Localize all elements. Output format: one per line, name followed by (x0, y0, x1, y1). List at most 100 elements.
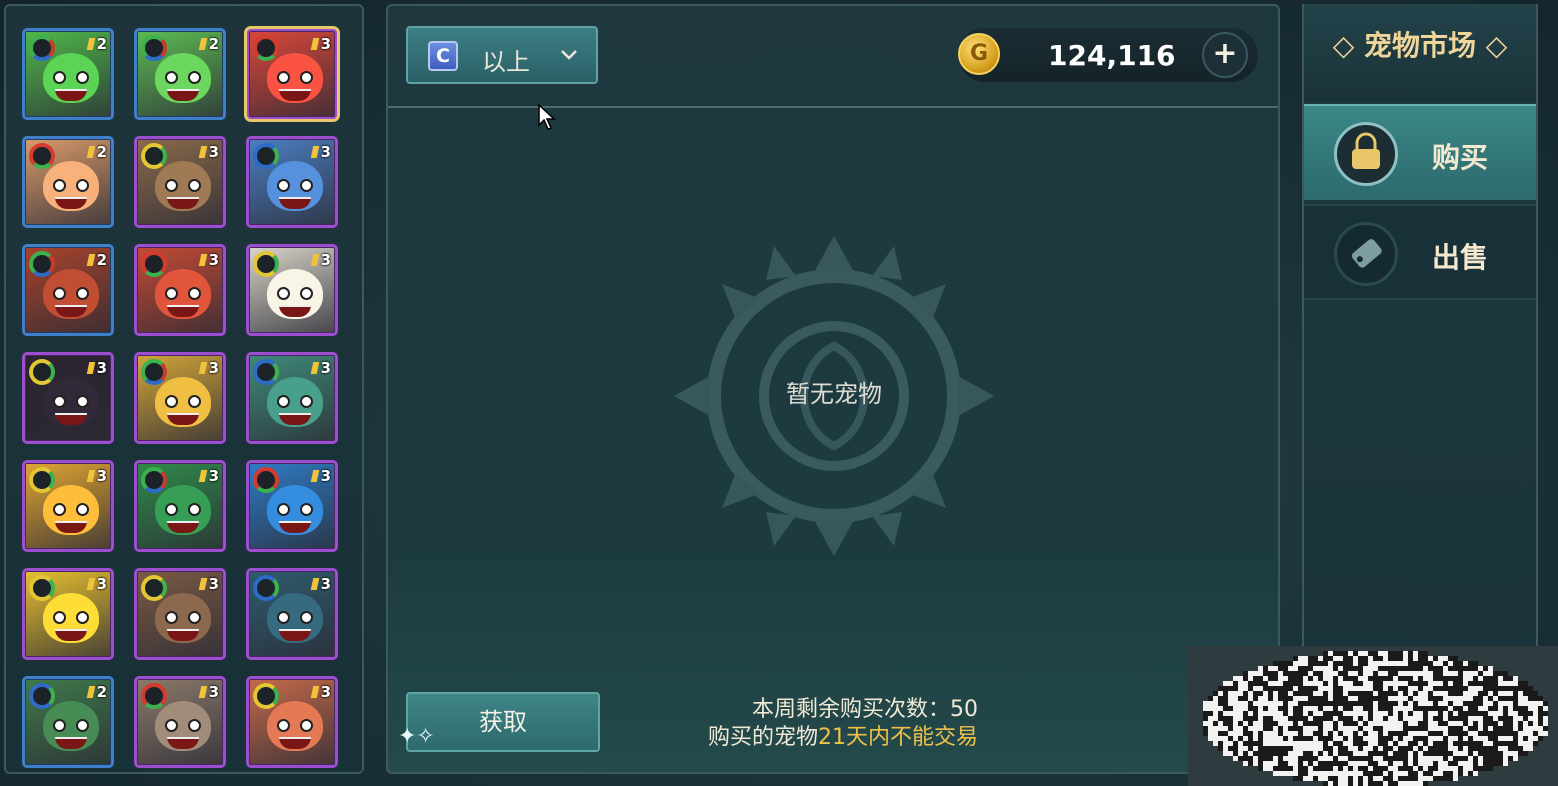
element-ring-icon (29, 143, 55, 169)
pet-card[interactable]: 3 (134, 136, 226, 228)
pet-eyes (53, 287, 89, 300)
element-ring-icon (253, 143, 279, 169)
element-ring-icon (253, 251, 279, 277)
pet-grid: 2 2 3 2 3 3 2 3 3 3 3 3 3 3 3 3 3 3 2 3 3 (22, 26, 342, 768)
pet-card[interactable]: 2 (22, 676, 114, 768)
mouse-cursor-icon (538, 104, 556, 130)
element-ring-icon (141, 143, 167, 169)
element-ring-icon (253, 35, 279, 61)
empty-state-text: 暂无宠物 (786, 380, 882, 408)
pet-card[interactable]: 3 (134, 460, 226, 552)
pet-star-count: 3 (312, 143, 331, 161)
element-ring-icon (141, 683, 167, 709)
element-ring-icon (141, 359, 167, 385)
pet-card[interactable]: 3 (246, 568, 338, 660)
grade-badge: C (428, 41, 458, 71)
remaining-purchases-text: 本周剩余购买次数：50 (752, 697, 978, 722)
pet-star-count: 3 (312, 35, 331, 53)
market-toolbar: C 以上 G 124,116 + (388, 6, 1278, 108)
pet-eyes (53, 503, 89, 516)
pet-star-count: 3 (312, 683, 331, 701)
market-title-bar: ◇ 宠物市场 ◇ (1304, 4, 1536, 102)
pet-card[interactable]: 2 (22, 244, 114, 336)
tab-buy[interactable]: 购买 (1304, 104, 1536, 200)
pet-eyes (277, 71, 313, 84)
pet-card[interactable]: 3 (246, 676, 338, 768)
pet-card[interactable]: 3 (134, 352, 226, 444)
element-ring-icon (29, 251, 55, 277)
pet-eyes (277, 395, 313, 408)
pet-star-count: 2 (200, 35, 219, 53)
element-ring-icon (29, 575, 55, 601)
grade-filter-label: 以上 (482, 48, 530, 76)
pet-star-count: 2 (88, 251, 107, 269)
pet-eyes (165, 719, 201, 732)
add-gold-button[interactable]: + (1202, 32, 1248, 78)
pet-eyes (53, 611, 89, 624)
tab-sell[interactable]: 出售 (1304, 204, 1536, 300)
pet-card[interactable]: 3 (244, 26, 340, 122)
pet-star-count: 2 (88, 35, 107, 53)
pet-card[interactable]: 3 (22, 460, 114, 552)
pet-star-count: 2 (88, 143, 107, 161)
pet-star-count: 3 (200, 575, 219, 593)
element-ring-icon (29, 35, 55, 61)
pet-card[interactable]: 3 (134, 676, 226, 768)
element-ring-icon (29, 683, 55, 709)
gold-coin-icon: G (958, 33, 1000, 75)
pet-star-count: 3 (200, 143, 219, 161)
pet-card[interactable]: 3 (134, 244, 226, 336)
pet-card[interactable]: 3 (246, 136, 338, 228)
pet-eyes (165, 611, 201, 624)
grade-filter-dropdown[interactable]: C 以上 (406, 26, 598, 84)
pet-card[interactable]: 3 (246, 244, 338, 336)
pet-card[interactable]: 3 (246, 460, 338, 552)
pet-eyes (165, 179, 201, 192)
watermark-overlay (1188, 646, 1558, 786)
pet-eyes (277, 179, 313, 192)
market-title: ◇ 宠物市场 ◇ (1332, 29, 1508, 62)
pet-list-panel: 2 2 3 2 3 3 2 3 3 3 3 3 3 3 3 3 3 3 2 3 3 (4, 4, 364, 774)
element-ring-icon (141, 467, 167, 493)
pet-card[interactable]: 2 (22, 136, 114, 228)
pet-card[interactable]: 3 (246, 352, 338, 444)
element-ring-icon (141, 35, 167, 61)
price-tag-icon (1334, 222, 1398, 286)
pet-eyes (165, 71, 201, 84)
market-content-panel: C 以上 G 124,116 + 暂无宠物 获取 ✦✧ 本周剩余购买次数：50 … (386, 4, 1280, 774)
element-ring-icon (253, 467, 279, 493)
pet-star-count: 2 (88, 683, 107, 701)
pet-star-count: 3 (312, 251, 331, 269)
trade-restriction-text: 购买的宠物21天内不能交易 (707, 725, 978, 750)
pet-star-count: 3 (88, 575, 107, 593)
gold-balance: G 124,116 + (958, 28, 1258, 82)
element-ring-icon (253, 359, 279, 385)
pet-eyes (165, 287, 201, 300)
get-button[interactable]: 获取 (406, 692, 600, 752)
tab-sell-label: 出售 (1432, 241, 1489, 274)
pet-star-count: 3 (200, 251, 219, 269)
pet-eyes (277, 611, 313, 624)
element-ring-icon (29, 467, 55, 493)
element-ring-icon (141, 575, 167, 601)
pet-card[interactable]: 2 (22, 28, 114, 120)
pet-eyes (165, 503, 201, 516)
pet-star-count: 3 (88, 359, 107, 377)
pet-card[interactable]: 2 (134, 28, 226, 120)
gold-amount: 124,116 (1048, 39, 1176, 72)
sparkle-icon: ✦✧ (398, 724, 435, 749)
pet-eyes (53, 71, 89, 84)
pet-eyes (277, 287, 313, 300)
pet-card[interactable]: 3 (22, 352, 114, 444)
element-ring-icon (141, 251, 167, 277)
chevron-down-icon (561, 50, 577, 60)
pet-eyes (277, 719, 313, 732)
pet-star-count: 3 (200, 467, 219, 485)
pet-eyes (53, 719, 89, 732)
pet-card[interactable]: 3 (134, 568, 226, 660)
pet-star-count: 3 (312, 359, 331, 377)
pet-eyes (53, 395, 89, 408)
tab-buy-label: 购买 (1432, 141, 1489, 174)
pet-card[interactable]: 3 (22, 568, 114, 660)
pet-star-count: 3 (200, 359, 219, 377)
